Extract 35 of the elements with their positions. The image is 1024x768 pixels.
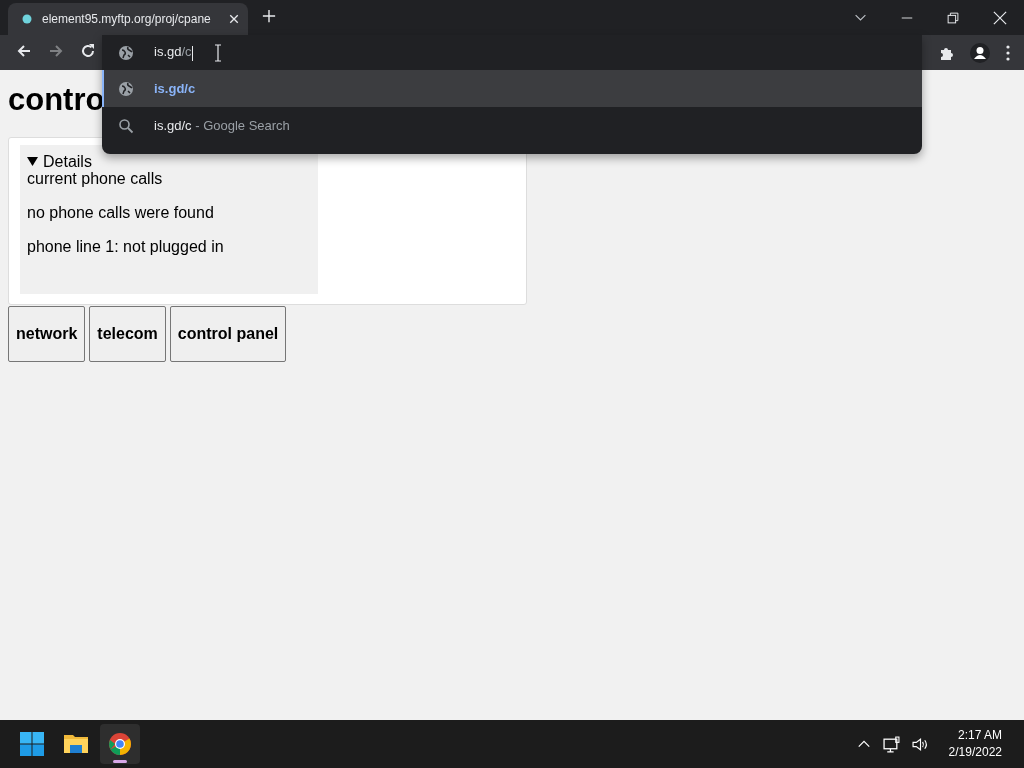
details-summary[interactable]: Details bbox=[27, 153, 311, 170]
globe-icon bbox=[118, 44, 134, 61]
windows-logo-icon[interactable] bbox=[20, 732, 44, 756]
back-arrow-icon[interactable] bbox=[16, 42, 32, 59]
nav-button[interactable]: network bbox=[8, 306, 86, 362]
clock-time[interactable]: 2:17 AM bbox=[957, 727, 1002, 744]
browser-logo-icon[interactable] bbox=[108, 732, 132, 756]
search-icon bbox=[118, 117, 134, 134]
nav-button[interactable]: telecom bbox=[89, 306, 166, 362]
reload-icon[interactable] bbox=[80, 42, 96, 59]
details-text: no phone calls were found bbox=[27, 204, 215, 222]
plus-icon[interactable] bbox=[262, 9, 276, 23]
triangle-icon bbox=[27, 156, 38, 167]
details-text: current phone calls bbox=[27, 170, 164, 188]
address-field[interactable]: is.gd/c bbox=[102, 35, 922, 70]
nav-button[interactable]: control panel bbox=[169, 306, 287, 362]
menu-icon[interactable] bbox=[1006, 44, 1010, 61]
text-cursor-icon bbox=[212, 43, 223, 62]
suggestion-item[interactable]: is.gd/c - Google Search bbox=[102, 107, 922, 144]
suggestion-item[interactable]: is.gd/c bbox=[102, 70, 922, 107]
tab-title: element95.myftp.org/proj/cpane bbox=[42, 12, 212, 26]
folder-icon[interactable] bbox=[63, 732, 89, 756]
clock-date[interactable]: 2/19/2022 bbox=[948, 744, 1002, 761]
close-icon[interactable] bbox=[993, 10, 1007, 25]
browser-tab[interactable]: element95.myftp.org/proj/cpane bbox=[8, 3, 248, 35]
speaker-icon[interactable] bbox=[911, 735, 929, 753]
network-icon[interactable] bbox=[882, 735, 900, 753]
profile-icon[interactable] bbox=[970, 42, 990, 63]
taskbar-button[interactable] bbox=[100, 724, 140, 764]
favicon-icon bbox=[22, 14, 32, 24]
globe-icon bbox=[118, 80, 134, 97]
details-text: phone line 1: not plugged in bbox=[27, 238, 225, 256]
page-heading: contro bbox=[8, 82, 105, 118]
restore-icon[interactable] bbox=[947, 11, 959, 24]
close-icon[interactable] bbox=[228, 13, 240, 25]
